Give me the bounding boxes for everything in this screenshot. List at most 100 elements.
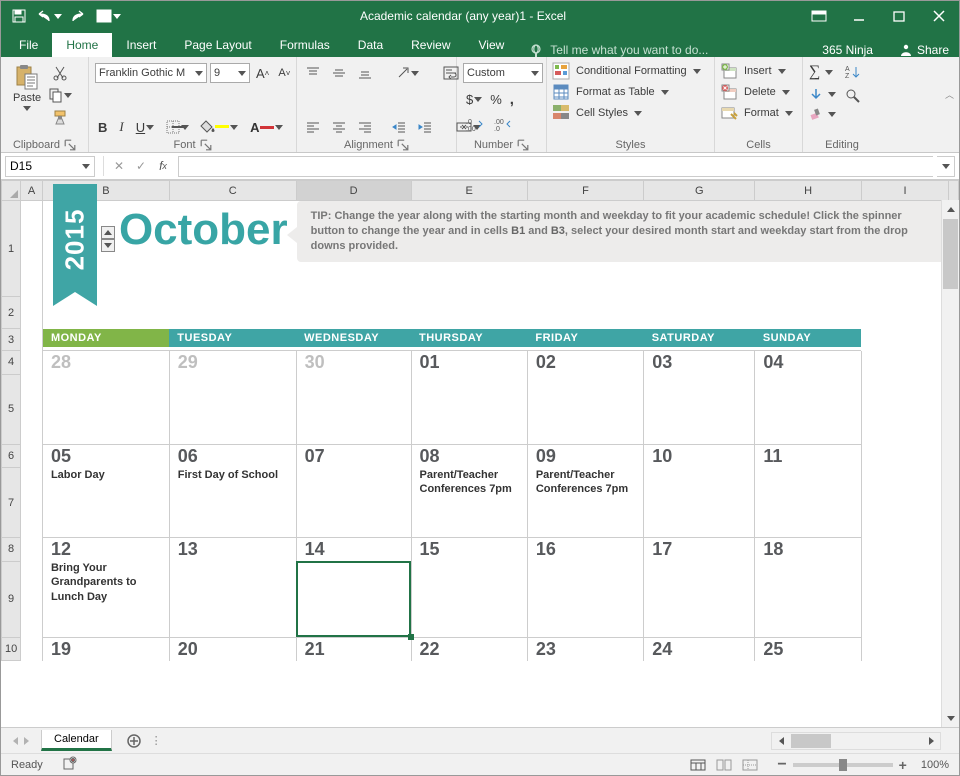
year-spinner[interactable] (101, 226, 115, 252)
calendar-cell[interactable] (296, 561, 411, 637)
page-layout-view-icon[interactable] (711, 756, 737, 774)
normal-view-icon[interactable] (685, 756, 711, 774)
sheet-nav-prev-icon[interactable] (13, 737, 18, 745)
font-family-combo[interactable]: Franklin Gothic M (95, 63, 207, 83)
calendar-cell[interactable] (527, 561, 643, 637)
row-header[interactable]: 8 (2, 538, 21, 562)
calendar-cell[interactable] (411, 374, 527, 444)
calendar-cell[interactable] (527, 374, 643, 444)
calendar-cell[interactable] (296, 374, 411, 444)
number-dialog-launcher-icon[interactable] (517, 139, 529, 151)
sort-filter-icon[interactable]: AZ (844, 63, 862, 81)
row-header[interactable]: 9 (2, 561, 21, 637)
align-right-icon[interactable] (355, 117, 375, 137)
collapse-ribbon-icon[interactable]: ︿ (945, 88, 954, 101)
align-left-icon[interactable] (303, 117, 323, 137)
comma-icon[interactable]: , (507, 89, 517, 109)
row-header[interactable]: 4 (2, 351, 21, 375)
align-dialog-launcher-icon[interactable] (397, 139, 409, 151)
cancel-formula-icon[interactable]: ✕ (108, 159, 130, 173)
maximize-icon[interactable] (879, 1, 919, 31)
tab-insert[interactable]: Insert (112, 33, 170, 57)
decrease-font-icon[interactable]: A˅ (275, 63, 293, 83)
align-top-icon[interactable] (303, 63, 323, 83)
tab-data[interactable]: Data (344, 33, 397, 57)
decrease-decimal-icon[interactable]: .00.0 (491, 115, 515, 135)
insert-cells-button[interactable]: Insert (721, 63, 786, 79)
user-identity[interactable]: 365 Ninja (806, 43, 889, 57)
sheet-tab-calendar[interactable]: Calendar (41, 730, 112, 751)
zoom-level[interactable]: 100% (921, 759, 949, 771)
row-header[interactable]: 3 (2, 329, 21, 351)
calendar-cell[interactable] (755, 374, 862, 444)
calendar-cell[interactable]: Labor Day (42, 468, 169, 538)
column-header[interactable]: I (861, 181, 948, 201)
cell-styles-button[interactable]: Cell Styles (553, 105, 642, 121)
spinner-up-icon[interactable] (101, 226, 115, 239)
column-header[interactable]: F (527, 181, 643, 201)
zoom-slider[interactable] (793, 763, 893, 767)
font-color-icon[interactable]: A (247, 117, 285, 137)
tab-view[interactable]: View (465, 33, 519, 57)
vertical-scrollbar[interactable] (941, 200, 959, 727)
conditional-formatting-button[interactable]: Conditional Formatting (553, 63, 701, 79)
align-middle-icon[interactable] (329, 63, 349, 83)
spinner-down-icon[interactable] (101, 239, 115, 252)
calendar-cell[interactable] (42, 374, 169, 444)
decrease-indent-icon[interactable] (389, 117, 409, 137)
hscroll-thumb[interactable] (791, 734, 831, 748)
calendar-cell[interactable] (411, 561, 527, 637)
column-header[interactable]: A (21, 181, 43, 201)
redo-icon[interactable] (65, 3, 93, 29)
percent-icon[interactable]: % (487, 89, 505, 109)
format-as-table-button[interactable]: Format as Table (553, 84, 669, 100)
calendar-cell[interactable] (755, 561, 862, 637)
share-button[interactable]: Share (889, 43, 959, 57)
increase-indent-icon[interactable] (415, 117, 435, 137)
page-break-view-icon[interactable] (737, 756, 763, 774)
column-header[interactable]: H (755, 181, 862, 201)
increase-decimal-icon[interactable]: .0.00 (463, 115, 487, 135)
clipboard-dialog-launcher-icon[interactable] (64, 139, 76, 151)
calendar-cell[interactable] (296, 468, 411, 538)
format-painter-icon[interactable] (51, 108, 69, 126)
calendar-cell[interactable] (169, 374, 296, 444)
calendar-cell[interactable] (169, 561, 296, 637)
horizontal-scrollbar[interactable] (771, 732, 941, 750)
tab-page-layout[interactable]: Page Layout (170, 33, 265, 57)
row-header[interactable]: 10 (2, 637, 21, 661)
find-select-icon[interactable] (844, 87, 862, 105)
autosum-icon[interactable]: ∑ (809, 63, 836, 81)
calendar-cell[interactable] (644, 561, 755, 637)
sheet-nav-next-icon[interactable] (24, 737, 29, 745)
paste-button[interactable]: Paste (7, 60, 47, 115)
expand-formula-bar-icon[interactable] (937, 156, 955, 177)
underline-icon[interactable]: U (133, 117, 157, 137)
ribbon-options-icon[interactable] (799, 1, 839, 31)
format-cells-button[interactable]: Format (721, 105, 793, 121)
row-header[interactable]: 6 (2, 444, 21, 468)
column-header[interactable]: G (644, 181, 755, 201)
column-header[interactable]: D (296, 181, 411, 201)
row-header[interactable]: 2 (2, 297, 21, 329)
quickaccess-grid-icon[interactable] (95, 3, 123, 29)
undo-icon[interactable] (35, 3, 63, 29)
scroll-thumb[interactable] (943, 219, 958, 289)
column-header[interactable]: C (169, 181, 296, 201)
number-format-combo[interactable]: Custom (463, 63, 543, 83)
currency-icon[interactable]: $ (463, 89, 485, 109)
fill-color-icon[interactable] (198, 117, 241, 137)
copy-icon[interactable] (51, 86, 69, 104)
calendar-cell[interactable] (644, 374, 755, 444)
macro-record-icon[interactable] (63, 756, 77, 773)
calendar-cell[interactable]: Bring Your Grandparents to Lunch Day (42, 561, 169, 637)
clear-icon[interactable] (809, 107, 836, 121)
close-icon[interactable] (919, 1, 959, 31)
row-header[interactable]: 5 (2, 374, 21, 444)
tab-review[interactable]: Review (397, 33, 464, 57)
borders-icon[interactable] (163, 117, 192, 137)
insert-function-icon[interactable]: fx (152, 159, 174, 173)
increase-font-icon[interactable]: A˄ (253, 63, 272, 83)
add-sheet-icon[interactable] (122, 729, 146, 753)
font-size-combo[interactable]: 9 (210, 63, 250, 83)
